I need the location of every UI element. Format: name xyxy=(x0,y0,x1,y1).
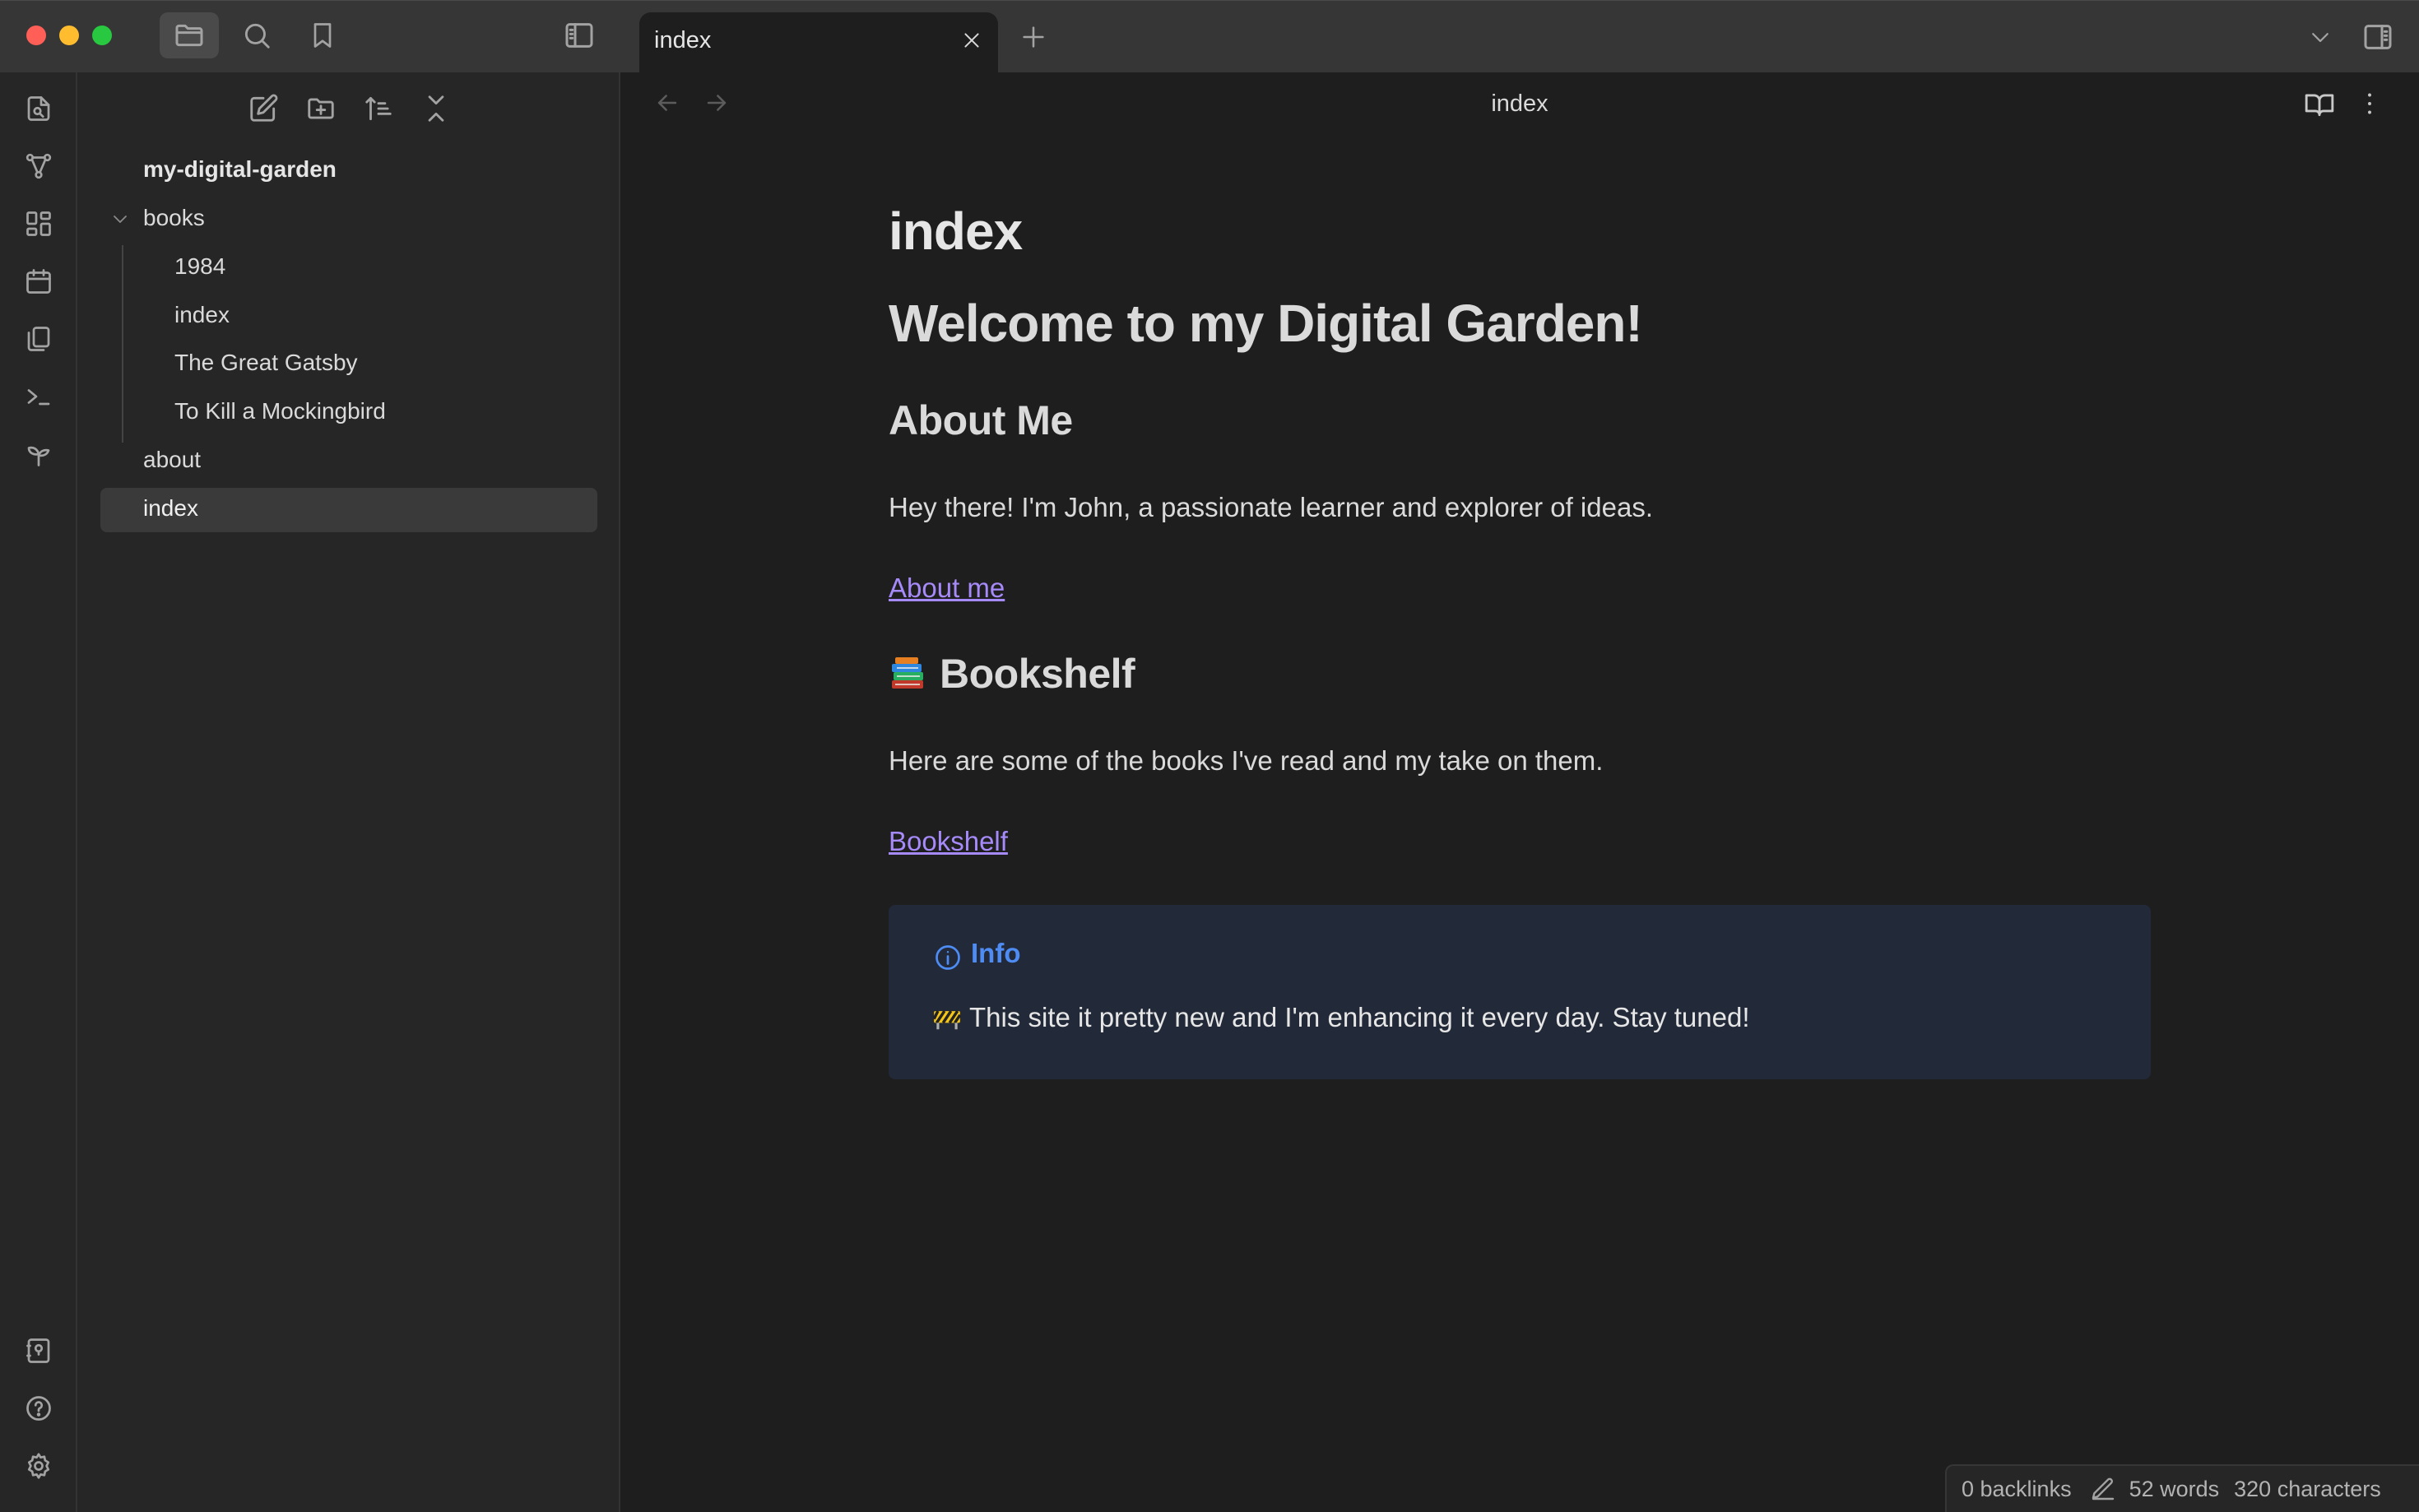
sort-icon[interactable] xyxy=(357,87,400,130)
file-about[interactable]: about xyxy=(143,438,201,481)
status-bar: 0 backlinks 52 words 320 characters xyxy=(1945,1464,2419,1512)
link-about-me[interactable]: About me xyxy=(889,573,1005,604)
command-palette-icon[interactable] xyxy=(19,377,58,416)
folder-icon[interactable] xyxy=(160,12,219,58)
canvas-icon[interactable] xyxy=(19,204,58,243)
quick-switcher-icon[interactable] xyxy=(19,89,58,128)
bookmark-icon[interactable] xyxy=(293,12,352,58)
search-icon[interactable] xyxy=(227,12,286,58)
window-close-button[interactable] xyxy=(26,26,46,45)
plus-icon[interactable] xyxy=(1015,19,1052,55)
books-emoji xyxy=(889,654,928,693)
title-bar: index xyxy=(0,0,2419,73)
window-minimize-button[interactable] xyxy=(59,26,79,45)
inline-title[interactable]: index xyxy=(889,201,1023,262)
tree-indent-guide xyxy=(122,245,123,443)
file-index-selected[interactable]: index xyxy=(143,487,198,530)
heading-bookshelf: Bookshelf xyxy=(889,650,1135,698)
word-count: 52 words xyxy=(2129,1476,2220,1501)
vault-switcher-icon[interactable] xyxy=(19,1331,58,1371)
tab-title: index xyxy=(654,27,712,53)
more-vertical-icon[interactable] xyxy=(2355,89,2384,118)
character-count: 320 characters xyxy=(2234,1476,2381,1501)
file-books-index[interactable]: index xyxy=(174,294,230,336)
sidebar-toggle-icon[interactable] xyxy=(550,12,609,58)
paragraph-bookshelf: Here are some of the books I've read and… xyxy=(889,745,1604,776)
daily-note-icon[interactable] xyxy=(19,262,58,301)
heading-welcome: Welcome to my Digital Garden! xyxy=(889,294,1643,353)
file-the-great-gatsby[interactable]: The Great Gatsby xyxy=(174,341,358,384)
view-title[interactable]: index xyxy=(620,90,2419,118)
book-open-icon[interactable] xyxy=(2304,89,2335,120)
info-icon xyxy=(933,943,963,972)
paragraph-about: Hey there! I'm John, a passionate learne… xyxy=(889,492,1653,522)
graph-view-icon[interactable] xyxy=(19,146,58,186)
file-explorer: my-digital-garden books 1984 index The G… xyxy=(77,72,620,1512)
link-bookshelf[interactable]: Bookshelf xyxy=(889,826,1008,857)
chevron-down-icon[interactable] xyxy=(2302,19,2338,55)
right-sidebar-icon[interactable] xyxy=(2358,17,2398,57)
tab-index[interactable]: index xyxy=(639,12,998,73)
callout-body: This site it pretty new and I'm enhancin… xyxy=(931,1002,1750,1033)
new-folder-icon[interactable] xyxy=(299,87,342,130)
backlinks-count[interactable]: 0 backlinks xyxy=(1962,1477,2072,1502)
ribbon xyxy=(0,72,77,1512)
info-callout: Info This site it pretty new and I'm enh… xyxy=(889,905,2151,1079)
close-icon[interactable] xyxy=(957,26,987,55)
pencil-icon[interactable] xyxy=(2090,1476,2116,1502)
construction-emoji xyxy=(931,1002,963,1033)
vault-name[interactable]: my-digital-garden xyxy=(143,148,337,191)
window-maximize-button[interactable] xyxy=(92,26,112,45)
callout-title: Info xyxy=(971,938,1021,968)
collapse-all-icon[interactable] xyxy=(415,87,457,130)
new-note-icon[interactable] xyxy=(242,87,285,130)
publish-icon[interactable] xyxy=(19,434,58,474)
heading-bookshelf-text: Bookshelf xyxy=(940,651,1135,697)
callout-body-text: This site it pretty new and I'm enhancin… xyxy=(969,1002,1750,1032)
help-icon[interactable] xyxy=(19,1389,58,1428)
file-1984[interactable]: 1984 xyxy=(174,245,225,288)
chevron-down-icon[interactable] xyxy=(110,209,130,229)
view-header: index xyxy=(620,72,2419,138)
folder-books[interactable]: books xyxy=(143,197,205,239)
heading-about-me: About Me xyxy=(889,397,1073,443)
templates-icon[interactable] xyxy=(19,319,58,359)
file-to-kill-a-mockingbird[interactable]: To Kill a Mockingbird xyxy=(174,390,386,433)
settings-icon[interactable] xyxy=(19,1446,58,1486)
